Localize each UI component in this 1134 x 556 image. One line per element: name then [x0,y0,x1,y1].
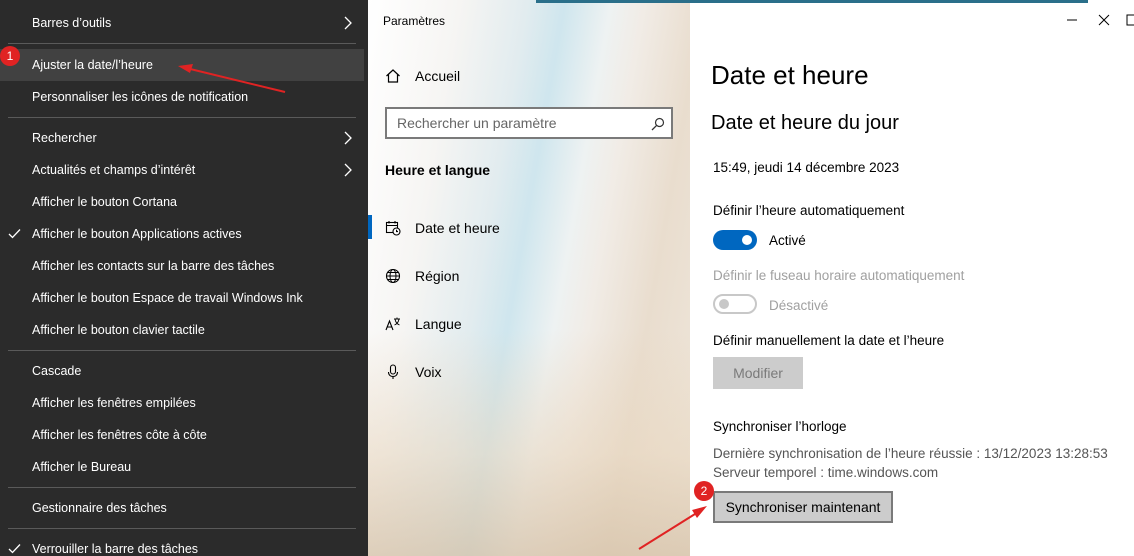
taskbar-context-menu: Barres d’outils Ajuster la date/l’heure … [0,0,366,556]
sync-now-button[interactable]: Synchroniser maintenant [713,491,893,523]
time-server-text: Serveur temporel : time.windows.com [713,465,939,480]
menu-item-label: Afficher le bouton Cortana [32,195,178,209]
chevron-right-icon [344,131,352,145]
microphone-icon [387,364,399,379]
auto-timezone-toggle[interactable] [713,294,757,314]
menu-separator [8,350,356,351]
active-indicator [368,215,372,239]
annotation-badge-2: 2 [694,481,714,501]
menu-separator [8,528,356,529]
menu-item-label: Cascade [32,364,82,378]
home-icon [386,69,400,83]
sync-title: Synchroniser l’horloge [713,419,847,434]
last-sync-text: Dernière synchronisation de l’heure réus… [713,446,1108,461]
nav-item-date-time[interactable]: Date et heure [385,220,500,236]
menu-item-label: Rechercher [32,131,97,145]
chevron-right-icon [344,16,352,30]
nav-home-label: Accueil [415,68,461,84]
menu-item-label: Afficher les fenêtres côte à côte [32,428,207,442]
nav-item-speech[interactable]: Voix [385,364,441,380]
window-title: Paramètres [383,14,446,28]
toggle-knob [742,235,752,245]
auto-time-label: Définir l’heure automatiquement [713,203,905,218]
nav-item-label: Voix [415,364,442,380]
menu-item-label: Afficher les contacts sur la barre des t… [32,259,275,273]
search-box[interactable] [385,107,673,139]
nav-item-language[interactable]: Langue [385,316,462,332]
menu-item-label: Personnaliser les icônes de notification [32,90,249,104]
menu-item-label: Afficher les fenêtres empilées [32,396,196,410]
menu-separator [8,117,356,118]
modify-button[interactable]: Modifier [713,357,803,389]
checkmark-icon [8,229,21,239]
menu-item-stacked[interactable]: Afficher les fenêtres empilées [0,387,364,419]
page-title: Date et heure [711,60,869,90]
chevron-right-icon [344,163,352,177]
menu-item-people[interactable]: Afficher les contacts sur la barre des t… [0,250,364,282]
menu-item-adjust-date-time[interactable]: Ajuster la date/l’heure [0,49,364,81]
menu-item-toolbars[interactable]: Barres d’outils [0,7,364,39]
section-title: Date et heure du jour [711,112,899,134]
annotation-badge-1: 1 [0,46,20,66]
menu-item-label: Afficher le Bureau [32,460,132,474]
nav-item-label: Date et heure [415,220,500,236]
globe-icon [385,268,401,284]
menu-item-news-interests[interactable]: Actualités et champs d’intérêt [0,154,364,186]
menu-separator [8,487,356,488]
manual-datetime-label: Définir manuellement la date et l’heure [713,333,945,348]
nav-section-title: Heure et langue [385,162,491,178]
menu-item-label: Verrouiller la barre des tâches [32,542,199,556]
auto-timezone-label: Définir le fuseau horaire automatiquemen… [713,268,965,283]
maximize-icon[interactable] [1092,8,1116,32]
menu-item-label: Actualités et champs d’intérêt [32,163,196,177]
nav-item-label: Région [415,268,460,284]
menu-item-label: Gestionnaire des tâches [32,501,167,515]
menu-item-task-view-button[interactable]: Afficher le bouton Applications actives [0,218,364,250]
nav-home[interactable]: Accueil [385,68,460,84]
menu-item-notification-icons[interactable]: Personnaliser les icônes de notification [0,81,364,113]
current-datetime: 15:49, jeudi 14 décembre 2023 [713,160,900,175]
search-icon[interactable] [651,117,665,131]
auto-time-toggle[interactable] [713,230,757,250]
toggle-knob [719,299,729,309]
calendar-clock-icon [385,221,401,236]
close-icon[interactable] [1120,8,1134,32]
minimize-icon[interactable] [1060,8,1084,32]
settings-content: Date et heure Date et heure du jour 15:4… [690,0,1134,556]
menu-item-windows-ink[interactable]: Afficher le bouton Espace de travail Win… [0,282,364,314]
menu-item-lock-taskbar[interactable]: Verrouiller la barre des tâches [0,533,364,556]
settings-nav-pane: Paramètres Accueil Heure et langue Date … [368,0,690,556]
menu-item-cascade[interactable]: Cascade [0,355,364,387]
menu-item-show-desktop[interactable]: Afficher le Bureau [0,451,364,483]
menu-item-cortana-button[interactable]: Afficher le bouton Cortana [0,186,364,218]
search-input[interactable] [387,115,637,131]
menu-item-label: Afficher le bouton clavier tactile [32,323,205,337]
menu-item-label: Afficher le bouton Espace de travail Win… [32,291,303,305]
nav-item-label: Langue [415,316,462,332]
language-icon [385,317,400,331]
menu-item-label: Barres d’outils [32,16,112,30]
menu-item-task-manager[interactable]: Gestionnaire des tâches [0,492,364,524]
checkmark-icon [8,544,21,554]
menu-item-touch-keyboard[interactable]: Afficher le bouton clavier tactile [0,314,364,346]
auto-time-state: Activé [769,233,806,248]
auto-timezone-state: Désactivé [769,298,829,313]
desktop-background-strip [536,0,1088,3]
menu-item-side-by-side[interactable]: Afficher les fenêtres côte à côte [0,419,364,451]
menu-item-label: Ajuster la date/l’heure [32,58,153,72]
menu-item-label: Afficher le bouton Applications actives [32,227,242,241]
menu-separator [8,43,356,44]
settings-window: Paramètres Accueil Heure et langue Date … [368,0,1134,556]
menu-item-search[interactable]: Rechercher [0,122,364,154]
nav-item-region[interactable]: Région [385,268,459,284]
